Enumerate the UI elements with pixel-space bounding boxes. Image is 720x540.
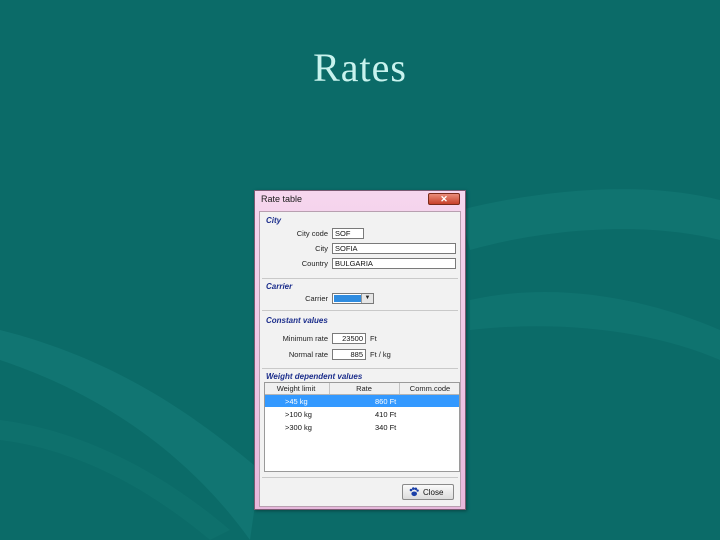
city-label: City <box>315 244 328 253</box>
table-header: Weight limit Rate Comm.code <box>265 383 459 395</box>
minimum-rate-unit: Ft <box>370 334 377 343</box>
country-field[interactable]: BULGARIA <box>332 258 456 269</box>
window-close-button[interactable]: ✕ <box>428 193 460 205</box>
row-weight: >100 kg <box>285 410 312 419</box>
row-weight: >300 kg <box>285 423 312 432</box>
row-rate: 860 Ft <box>375 397 397 406</box>
row-rate: 410 Ft <box>375 410 397 419</box>
window-titlebar[interactable]: Rate table ✕ <box>255 191 465 209</box>
footer-divider <box>262 477 458 478</box>
carrier-selected-value <box>334 295 362 302</box>
slide-title: Rates <box>313 45 407 90</box>
normal-rate-label: Normal rate <box>288 350 328 359</box>
close-button[interactable]: Close <box>402 484 454 500</box>
table-row[interactable]: >100 kg 410 Ft <box>265 408 459 420</box>
column-header-comm-code[interactable]: Comm.code <box>401 384 459 393</box>
paw-icon <box>409 487 419 497</box>
normal-rate-unit: Ft / kg <box>370 350 391 359</box>
city-group: City City code SOF City SOFIA Country BU… <box>262 214 458 279</box>
city-group-label: City <box>266 216 282 225</box>
column-divider <box>329 383 330 394</box>
column-header-weight[interactable]: Weight limit <box>265 384 327 393</box>
minimum-rate-field[interactable]: 23500 <box>332 333 366 344</box>
chevron-down-icon[interactable]: ▼ <box>361 294 373 303</box>
carrier-select[interactable]: ▼ <box>332 293 374 304</box>
row-rate: 340 Ft <box>375 423 397 432</box>
weight-dependent-label: Weight dependent values <box>266 372 363 381</box>
table-row[interactable]: >300 kg 340 Ft <box>265 421 459 433</box>
window-title: Rate table <box>261 194 303 204</box>
normal-rate-field[interactable]: 885 <box>332 349 366 360</box>
table-row[interactable]: >45 kg 860 Ft <box>265 395 459 407</box>
close-icon: ✕ <box>440 194 448 204</box>
carrier-label: Carrier <box>305 294 328 303</box>
row-weight: >45 kg <box>285 397 308 406</box>
city-field[interactable]: SOFIA <box>332 243 456 254</box>
weight-rates-table[interactable]: Weight limit Rate Comm.code >45 kg 860 F… <box>264 382 460 472</box>
carrier-group-label: Carrier <box>266 282 293 291</box>
city-code-field[interactable]: SOF <box>332 228 364 239</box>
column-header-rate[interactable]: Rate <box>331 384 397 393</box>
rate-table-window: Rate table ✕ City City code SOF City SOF… <box>254 190 466 510</box>
minimum-rate-label: Minimum rate <box>282 334 328 343</box>
column-divider <box>399 383 400 394</box>
constant-values-label: Constant values <box>266 316 328 325</box>
window-client-area: City City code SOF City SOFIA Country BU… <box>259 211 461 507</box>
carrier-group: Carrier Carrier ▼ <box>262 280 458 311</box>
country-label: Country <box>301 259 328 268</box>
constant-values-group: Constant values Minimum rate 23500 Ft No… <box>262 312 458 369</box>
city-code-label: City code <box>296 229 328 238</box>
close-button-label: Close <box>423 488 444 497</box>
